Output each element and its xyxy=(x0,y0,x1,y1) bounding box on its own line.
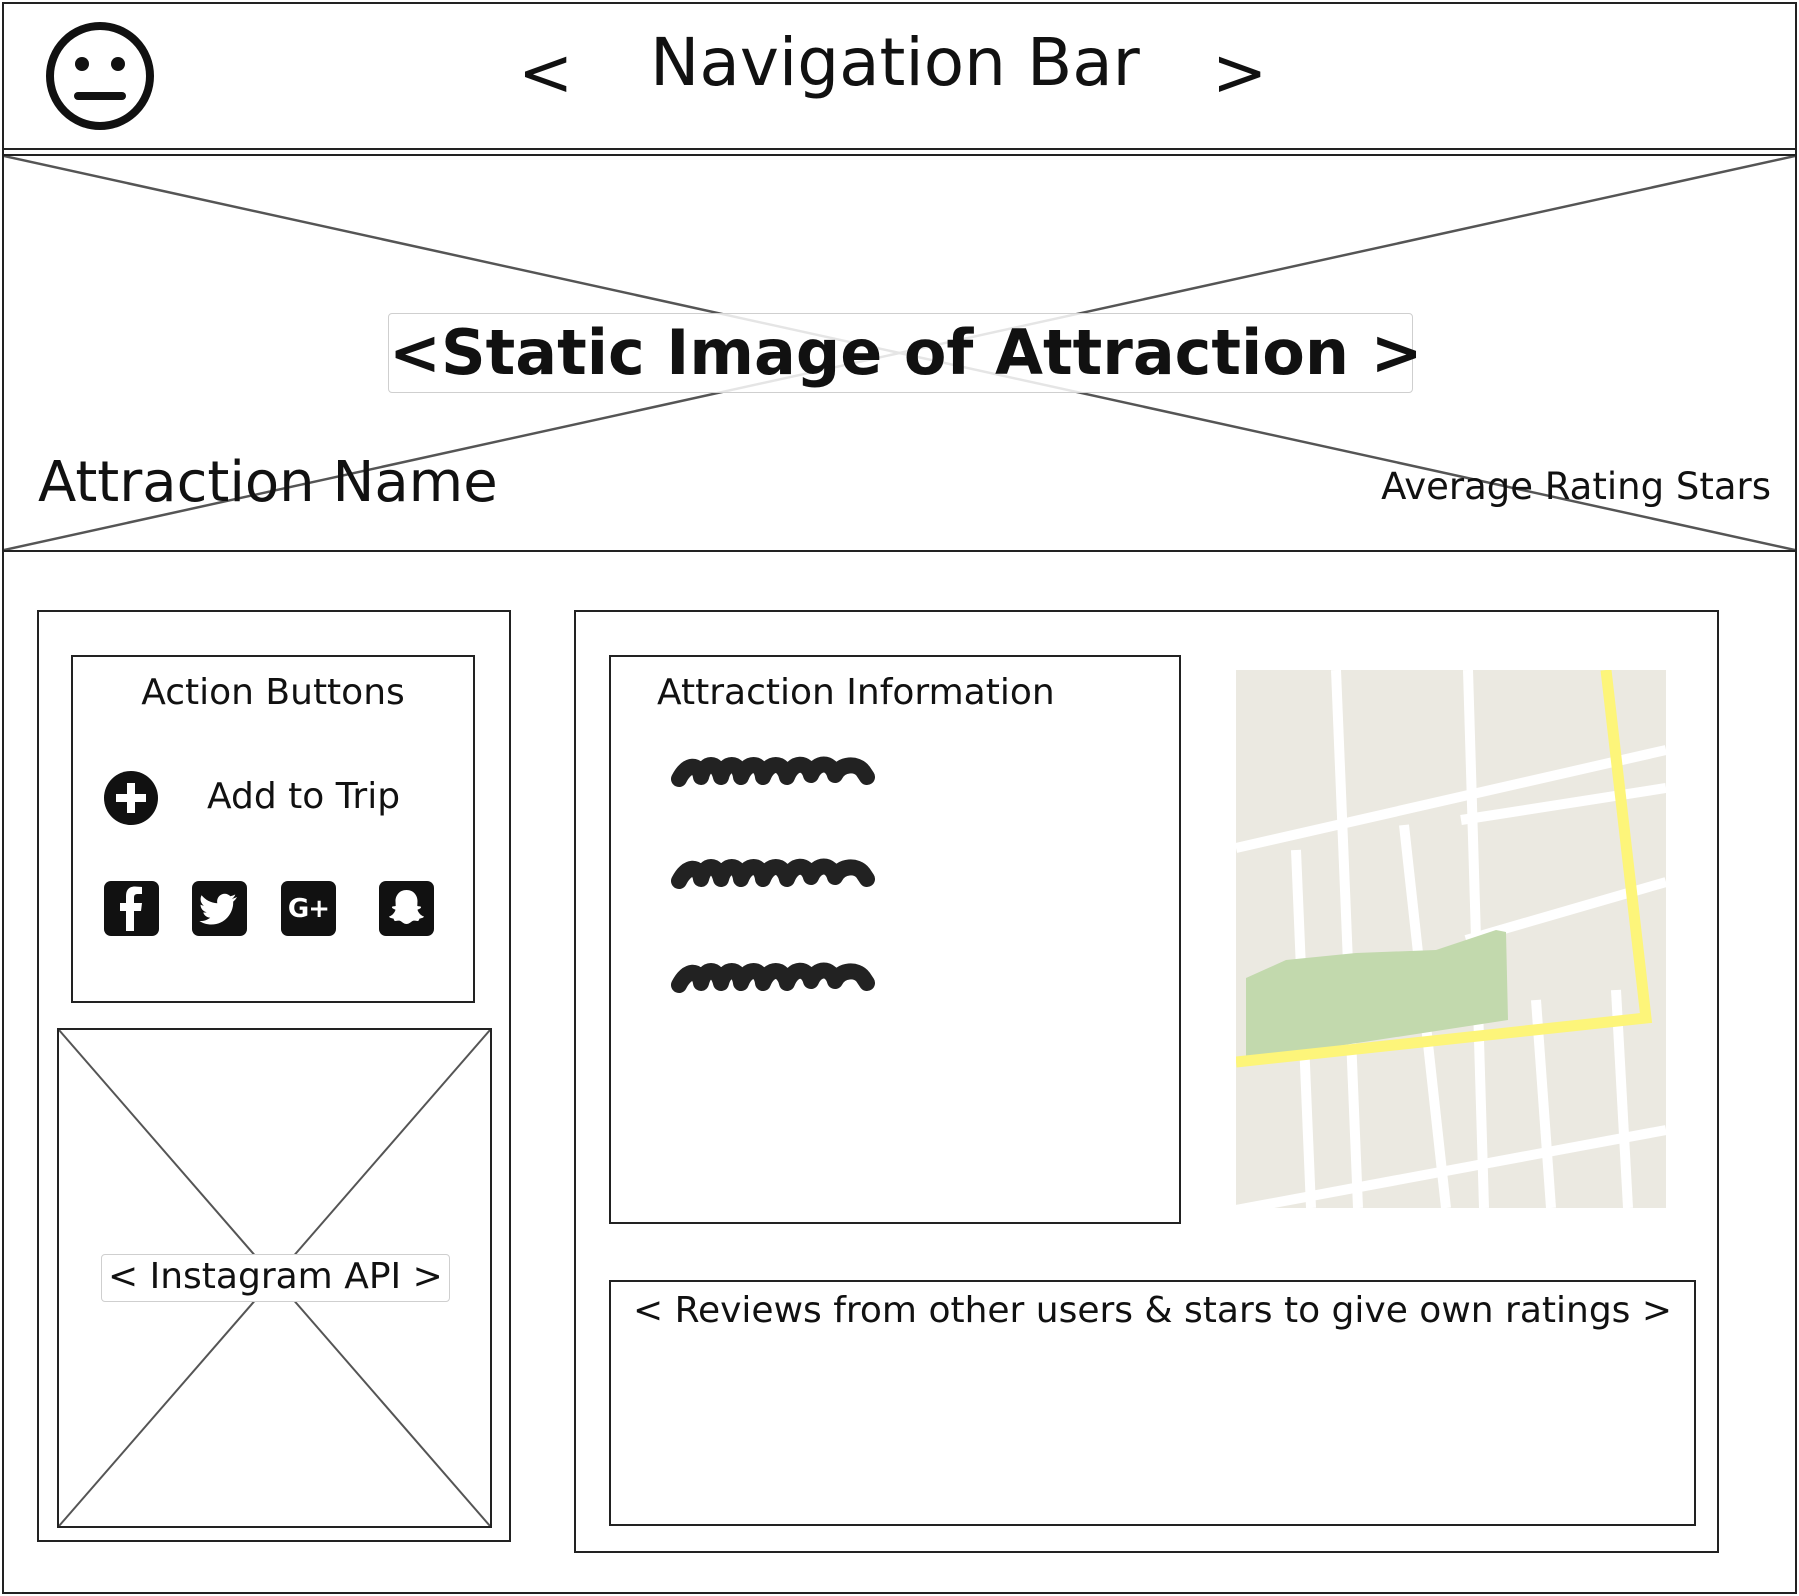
attraction-name: Attraction Name xyxy=(38,450,498,515)
reviews-label: < Reviews from other users & stars to gi… xyxy=(632,1290,1673,1331)
nav-title: Navigation Bar xyxy=(650,24,1140,101)
add-to-trip-button[interactable]: Add to Trip xyxy=(207,776,400,817)
hero-image-label: <Static Image of Attraction > xyxy=(388,313,1423,393)
snapchat-icon[interactable] xyxy=(379,881,434,936)
plus-circle-icon[interactable] xyxy=(104,771,158,825)
placeholder-text-scribbles xyxy=(671,756,875,993)
neutral-face-icon[interactable] xyxy=(44,20,156,132)
instagram-api-label: < Instagram API > xyxy=(101,1254,450,1302)
nav-prev-button[interactable]: < xyxy=(518,40,573,106)
action-buttons-title: Action Buttons xyxy=(141,672,405,713)
map-icon[interactable] xyxy=(1236,670,1666,1208)
google-plus-icon[interactable]: G+ xyxy=(281,881,336,936)
attraction-information-title: Attraction Information xyxy=(657,672,1055,713)
attraction-information-panel xyxy=(609,655,1181,1224)
facebook-icon[interactable] xyxy=(104,881,159,936)
average-rating-stars[interactable]: Average Rating Stars xyxy=(1381,468,1771,505)
nav-next-button[interactable]: > xyxy=(1212,40,1267,106)
twitter-icon[interactable] xyxy=(192,881,247,936)
